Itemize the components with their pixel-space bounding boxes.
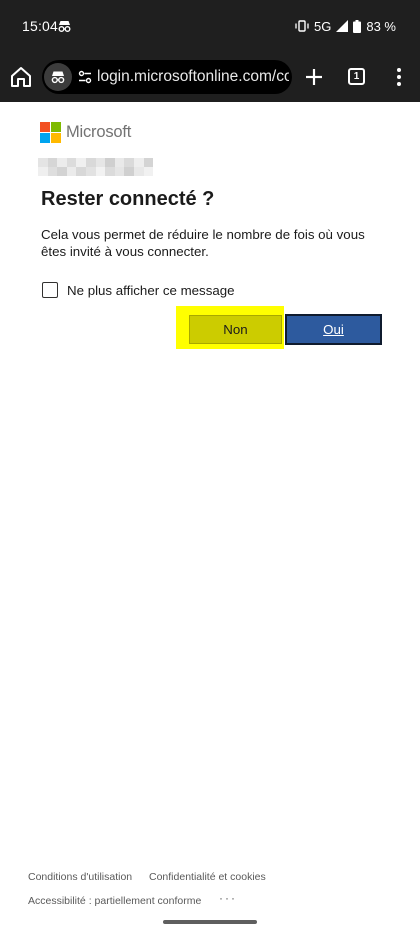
logo-square-red [40, 122, 50, 132]
page-title: Rester connecté ? [41, 188, 215, 210]
url-text[interactable]: login.microsoftonline.com/common/oauth2 [97, 68, 289, 86]
address-bar[interactable]: login.microsoftonline.com/common/oauth2 [42, 60, 292, 94]
status-indicators: 5G 83 % [295, 18, 396, 34]
microsoft-wordmark: Microsoft [66, 123, 132, 141]
yes-button[interactable]: Oui [285, 314, 382, 345]
logo-square-yellow [51, 133, 61, 143]
site-settings-icon[interactable] [78, 70, 92, 84]
incognito-icon [51, 71, 65, 84]
battery-level: 83 % [366, 18, 396, 34]
battery-icon [353, 19, 362, 33]
incognito-status-icon [58, 21, 71, 32]
no-button[interactable]: Non [189, 315, 282, 344]
dont-show-again-option[interactable]: Ne plus afficher ce message [42, 281, 235, 299]
microsoft-logo-icon [40, 122, 61, 143]
terms-of-use-link[interactable]: Conditions d'utilisation [28, 871, 132, 883]
page-description: Cela vous permet de réduire le nombre de… [41, 227, 365, 259]
account-email-redacted [38, 158, 154, 176]
more-menu-icon[interactable] [391, 66, 407, 88]
signal-icon [336, 20, 349, 32]
logo-square-blue [40, 133, 50, 143]
status-time: 15:04 [22, 18, 59, 34]
browser-toolbar: login.microsoftonline.com/common/oauth2 … [0, 54, 420, 102]
new-tab-icon[interactable] [303, 66, 325, 88]
tab-switcher-button[interactable]: 1 [348, 68, 365, 85]
dont-show-again-checkbox[interactable] [42, 282, 58, 298]
microsoft-logo: Microsoft [40, 122, 131, 143]
accessibility-link[interactable]: Accessibilité : partiellement conforme [28, 895, 201, 907]
logo-square-green [51, 122, 61, 132]
vibrate-icon [295, 20, 309, 32]
home-icon[interactable] [8, 64, 34, 90]
footer-more-options[interactable]: ··· [219, 891, 237, 905]
privacy-cookies-link[interactable]: Confidentialité et cookies [149, 871, 266, 883]
network-type: 5G [314, 18, 332, 34]
incognito-badge [44, 63, 72, 91]
dont-show-again-label[interactable]: Ne plus afficher ce message [67, 283, 235, 298]
gesture-navigation-bar[interactable] [163, 920, 257, 924]
status-bar: 15:04 5G 83 % [0, 0, 420, 54]
